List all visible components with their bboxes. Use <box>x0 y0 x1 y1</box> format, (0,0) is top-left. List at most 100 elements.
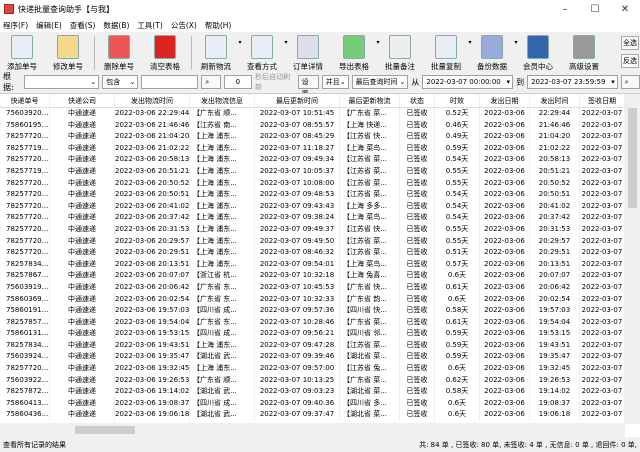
table-cell: 0.58天 <box>435 386 480 398</box>
table-row[interactable]: 75860131... 中通速递 2022-03-06 19:53:15 【四川省 成… <box>0 328 640 340</box>
column-header[interactable]: 最后更新物流 <box>340 94 400 107</box>
toolbar-button[interactable]: ▾ 导出表格 <box>334 35 380 72</box>
table-cell: 【上海 浦东... <box>190 131 255 143</box>
column-header[interactable]: 发出物流时间 <box>115 94 190 107</box>
menu-item[interactable]: 编辑(E) <box>36 20 62 31</box>
toolbar-icon <box>573 35 595 59</box>
column-header[interactable]: 状态 <box>400 94 435 107</box>
table-row[interactable]: 75603924... 中通速递 2022-03-06 19:35:47 【湖北省 武… <box>0 351 640 364</box>
field-select[interactable]: ⌄ <box>23 75 100 89</box>
start-datetime-picker[interactable]: 2022-03-07 00:00:00 ▾ <box>422 75 514 89</box>
column-header[interactable]: 最后更新时间 <box>255 94 340 107</box>
table-cell: 2022-03-07 <box>580 142 625 155</box>
toolbar-button[interactable]: ▾ 备份数据 <box>472 35 518 72</box>
select-all-button[interactable]: 全选 <box>621 36 639 50</box>
close-button[interactable]: ✕ <box>610 4 640 15</box>
table-row[interactable]: 78257872... 中通速递 2022-03-06 19:14:02 【湖北省 武… <box>0 386 640 398</box>
menu-item[interactable]: 工具(T) <box>137 20 162 31</box>
table-row[interactable]: 78257834... 中通速递 2022-03-06 19:43:51 【上海 浦东… <box>0 339 640 352</box>
toolbar-button[interactable]: 订单详情 <box>288 35 328 72</box>
settings-button[interactable]: 设置 <box>297 75 319 98</box>
table-row[interactable]: 78257720... 中通速递 2022-03-06 21:04:20 【上海 浦东… <box>0 131 640 143</box>
table-cell: 78257720... <box>0 154 50 166</box>
keyword-input[interactable] <box>141 75 199 89</box>
table-row[interactable]: 75860191... 中通速递 2022-03-06 19:57:03 【四川省 成… <box>0 305 640 317</box>
table-cell: 【江苏省 快... <box>340 131 400 143</box>
end-datetime-picker[interactable]: 2022-03-07 23:59:59 ▾ <box>527 75 618 89</box>
column-header[interactable]: 发出时间 <box>530 94 580 107</box>
table-row[interactable]: 78257857... 中通速递 2022-03-06 19:54:04 【广东省 东… <box>0 316 640 329</box>
match-select[interactable]: 包含 ⌄ <box>102 75 139 89</box>
results-table: 快递单号 快递公司 发出物流时间 发出物流信息 最后更新时间 最后更新物流 状态 时效 发出日期… <box>0 93 640 437</box>
column-header[interactable]: 发出日期 <box>480 94 530 107</box>
table-row[interactable]: 75603920... 中通速递 2022-03-06 22:29:44 【广东省 顺… <box>0 108 640 120</box>
table-cell: 20:13:51 <box>530 258 580 271</box>
toolbar-button[interactable]: 添加单号 <box>2 35 42 72</box>
table-row[interactable]: 78257720... 中通速递 2022-03-06 20:37:42 【上海 浦东… <box>0 212 640 224</box>
search-icon[interactable]: ⌕ <box>201 75 221 89</box>
menu-item[interactable]: 程序(F) <box>3 20 28 31</box>
table-row[interactable]: 75860369... 中通速递 2022-03-06 20:02:54 【广东省 东… <box>0 293 640 306</box>
table-cell: 2022-03-07 <box>580 409 625 422</box>
table-row[interactable]: 78257834... 中通速递 2022-03-06 20:13:51 【上海 浦东… <box>0 258 640 271</box>
table-row[interactable]: 78257719... 中通速递 2022-03-06 21:02:22 【上海 浦东… <box>0 142 640 155</box>
table-cell: 【江苏省 菜... <box>340 189 400 201</box>
logic-select[interactable]: 并且 ⌄ <box>321 75 349 89</box>
toolbar-button[interactable]: 高级设置 <box>564 35 604 72</box>
table-cell: 0.6天 <box>435 397 480 410</box>
table-row[interactable]: 78257720... 中通速递 2022-03-06 19:32:45 【上海 浦东… <box>0 363 640 375</box>
seconds-input[interactable]: 0 <box>223 75 253 89</box>
table-cell: 【广东省 菜... <box>340 316 400 329</box>
table-row[interactable]: 78257720... 中通速递 2022-03-06 20:50:52 【上海 浦东… <box>0 177 640 190</box>
table-row[interactable]: 75860195... 中通速递 2022-03-06 21:46:46 【江苏省 南… <box>0 119 640 132</box>
horizontal-scrollbar[interactable] <box>0 423 625 437</box>
column-header[interactable]: 发出物流信息 <box>190 94 255 107</box>
table-row[interactable]: 75603919... 中通速递 2022-03-06 20:06:42 【广东省 东… <box>0 281 640 294</box>
table-row[interactable]: 78257720... 中通速递 2022-03-06 20:29:51 【上海 浦东… <box>0 247 640 259</box>
table-row[interactable]: 78257720... 中通速递 2022-03-06 20:29:57 【上海 浦东… <box>0 235 640 248</box>
table-cell: 0.54天 <box>435 154 480 166</box>
vertical-scrollbar[interactable] <box>625 94 640 424</box>
table-row[interactable]: 78257720... 中通速递 2022-03-06 20:58:13 【上海 浦东… <box>0 154 640 166</box>
column-header[interactable]: 快递单号 <box>0 94 50 107</box>
toolbar-button[interactable]: 清空表格 <box>145 35 185 72</box>
time-field-select[interactable]: 最后查询时间 ⌄ <box>351 75 409 89</box>
table-cell: 中通速递 <box>50 339 115 352</box>
table-row[interactable]: 75603922... 中通速递 2022-03-06 19:26:53 【广东省 顺… <box>0 374 640 387</box>
table-row[interactable]: 78257719... 中通速递 2022-03-06 20:51:21 【上海 浦东… <box>0 165 640 178</box>
table-row[interactable]: 78257720... 中通速递 2022-03-06 20:31:53 【上海 浦东… <box>0 223 640 236</box>
table-cell: 中通速递 <box>50 165 115 178</box>
table-cell: 【上海 浦东... <box>190 154 255 166</box>
invert-selection-button[interactable]: 反选 <box>621 54 639 68</box>
toolbar-button[interactable]: ▾ 查看方式 <box>242 35 288 72</box>
minimize-button[interactable]: – <box>550 4 580 15</box>
menu-item[interactable]: 公告(X) <box>171 20 197 31</box>
menu-item[interactable]: 查看(S) <box>70 20 96 31</box>
table-cell: 2022-03-07 09:38:24 <box>255 212 340 224</box>
query-search-icon[interactable]: ⌕ <box>620 75 640 89</box>
toolbar-button[interactable]: ▾ 批量复制 <box>426 35 472 72</box>
auto-refresh-label: 秒后自动刷新 <box>255 73 291 91</box>
table-row[interactable]: 78257720... 中通速递 2022-03-06 20:41:02 【上海 浦东… <box>0 200 640 213</box>
toolbar-button[interactable]: 会员中心 <box>518 35 558 72</box>
table-cell: 已签收 <box>400 270 435 282</box>
column-header[interactable]: 快递公司 <box>50 94 115 107</box>
table-cell: 2022-03-07 09:49:34 <box>255 154 340 166</box>
toolbar-button[interactable]: 删除单号 <box>99 35 139 72</box>
table-cell: 已签收 <box>400 142 435 155</box>
menu-item[interactable]: 帮助(H) <box>205 20 232 31</box>
menu-item[interactable]: 数据(B) <box>103 20 129 31</box>
toolbar-button[interactable]: ▾ 刷新物流 <box>196 35 242 72</box>
table-row[interactable]: 78257867... 中通速递 2022-03-06 20:07:07 【浙江省 杭… <box>0 270 640 282</box>
table-cell: 中通速递 <box>50 154 115 166</box>
toolbar-button[interactable]: 批量备注 <box>380 35 420 72</box>
column-header[interactable]: 时效 <box>435 94 480 107</box>
column-header[interactable]: 签收日期 <box>580 94 625 107</box>
table-cell: 21:02:22 <box>530 142 580 155</box>
table-cell: 0.54天 <box>435 200 480 213</box>
table-row[interactable]: 75860436... 中通速递 2022-03-06 19:06:18 【湖北省 武… <box>0 409 640 422</box>
table-row[interactable]: 78257720... 中通速递 2022-03-06 20:50:51 【上海 浦东… <box>0 189 640 201</box>
table-row[interactable]: 75860413... 中通速递 2022-03-06 19:08:37 【四川省 成… <box>0 397 640 410</box>
maximize-button[interactable]: ☐ <box>580 4 610 15</box>
toolbar-button[interactable]: 修改单号 <box>48 35 88 72</box>
